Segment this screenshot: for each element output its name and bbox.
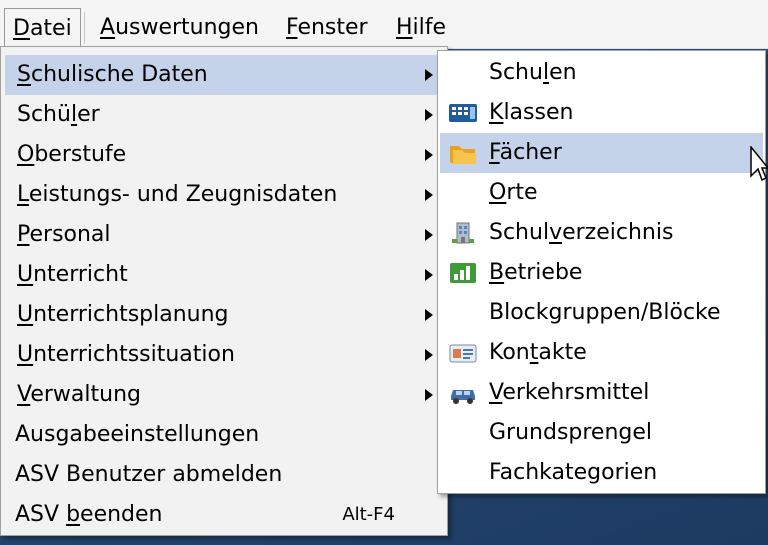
submenu-item-grundsprengel[interactable]: Grundsprengel (440, 413, 763, 453)
submenu-item-schulverzeichnis[interactable]: Schulverzeichnis (440, 213, 763, 253)
submenu-arrow-icon (425, 109, 433, 121)
submenu-item-blockgruppen[interactable]: Blockgruppen/Blöcke (440, 293, 763, 333)
submenu-arrow-icon (425, 69, 433, 81)
submenu-item-betriebe[interactable]: Betriebe (440, 253, 763, 293)
menu-item-unterrichtssituation[interactable]: Unterrichtssituation (5, 335, 443, 375)
submenu-item-schulen[interactable]: Schulen (440, 53, 763, 93)
bar-chart-icon (450, 263, 476, 283)
submenu-item-kontakte[interactable]: Kontakte (440, 333, 763, 373)
menu-auswertungen[interactable]: Auswertungen (92, 8, 267, 46)
menu-item-unterricht[interactable]: Unterricht (5, 255, 443, 295)
submenu-arrow-icon (425, 309, 433, 321)
class-board-icon (449, 104, 477, 122)
submenu-item-klassen[interactable]: Klassen (440, 93, 763, 133)
submenu-arrow-icon (425, 189, 433, 201)
menu-fenster-label: enster (297, 15, 368, 40)
menu-fenster-mnemonic: F (286, 15, 298, 40)
accelerator-label: Alt-F4 (342, 504, 395, 525)
building-icon (452, 222, 474, 244)
submenu-item-fachkategorien[interactable]: Fachkategorien (440, 453, 763, 493)
menu-auswertungen-label: uswertungen (115, 15, 259, 40)
menu-item-schueler[interactable]: Schüler (5, 95, 443, 135)
submenu-arrow-icon (425, 229, 433, 241)
menu-datei[interactable]: Datei (4, 8, 81, 46)
submenu-item-orte[interactable]: Orte (440, 173, 763, 213)
menu-datei-label: atei (29, 16, 72, 41)
menu-bar: Datei Auswertungen Fenster Hilfe (0, 0, 768, 49)
menu-hilfe[interactable]: Hilfe (388, 8, 454, 46)
menu-item-personal[interactable]: Personal (5, 215, 443, 255)
menu-item-unterrichtsplanung[interactable]: Unterrichtsplanung (5, 295, 443, 335)
submenu-arrow-icon (425, 349, 433, 361)
menu-item-asv-beenden[interactable]: ASV beenden Alt-F4 (5, 495, 443, 535)
menu-hilfe-label: ilfe (412, 15, 447, 40)
menu-fenster[interactable]: Fenster (278, 8, 376, 46)
contact-card-icon (449, 344, 477, 363)
submenu-arrow-icon (425, 269, 433, 281)
submenu-arrow-icon (425, 149, 433, 161)
menu-item-ausgabeeinstellungen[interactable]: Ausgabeeinstellungen (5, 415, 443, 455)
menu-item-oberstufe[interactable]: Oberstufe (5, 135, 443, 175)
submenu-arrow-icon (425, 389, 433, 401)
menu-item-schulische-daten[interactable]: Schulische Daten (5, 55, 443, 95)
schulische-daten-submenu: Schulen Klassen Fächer Orte Schulverzeic… (437, 50, 766, 494)
folder-icon (450, 146, 476, 164)
car-icon (451, 390, 475, 404)
menu-datei-mnemonic: D (13, 16, 30, 41)
menu-item-leistungs-zeugnisdaten[interactable]: Leistungs- und Zeugnisdaten (5, 175, 443, 215)
submenu-item-faecher[interactable]: Fächer (440, 133, 763, 173)
menubar-separator (84, 12, 85, 44)
submenu-item-verkehrsmittel[interactable]: Verkehrsmittel (440, 373, 763, 413)
menu-item-verwaltung[interactable]: Verwaltung (5, 375, 443, 415)
menu-auswertungen-mnemonic: A (100, 15, 116, 40)
menu-item-benutzer-abmelden[interactable]: ASV Benutzer abmelden (5, 455, 443, 495)
datei-dropdown-menu: Schulische Daten Schüler Oberstufe Leist… (0, 46, 448, 536)
menu-hilfe-mnemonic: H (396, 15, 413, 40)
mouse-pointer-icon (750, 146, 768, 182)
